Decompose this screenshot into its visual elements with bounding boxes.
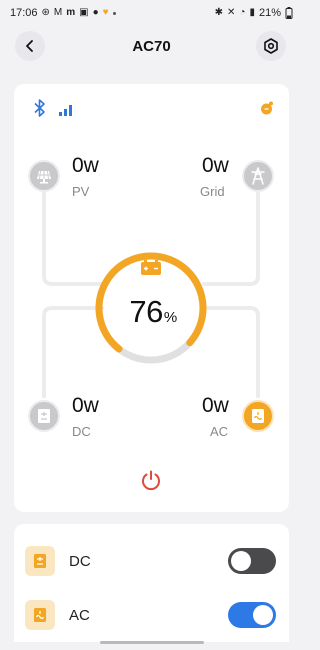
- pv-label: PV: [72, 184, 90, 199]
- gmail-icon: M: [53, 7, 63, 18]
- back-button[interactable]: [15, 31, 45, 61]
- wifi-icon: ◔: [239, 7, 246, 18]
- chat-icon: ●: [92, 7, 99, 18]
- power-icon: [142, 470, 160, 491]
- ac-output-label: AC: [69, 606, 90, 624]
- status-right: ✱ ✕ ◔ ▮ 21%: [215, 7, 293, 19]
- note-icon: ▣: [79, 7, 89, 18]
- outputs-card: DC AC: [14, 524, 289, 642]
- bluetooth-status-icon: ✱: [214, 7, 224, 18]
- battery-status-icon: [285, 7, 293, 19]
- status-time: 17:06: [10, 7, 38, 19]
- grid-label: Grid: [200, 184, 225, 199]
- m-icon: m: [66, 7, 76, 18]
- power-button[interactable]: [137, 466, 165, 494]
- ac-label: AC: [210, 424, 229, 439]
- battery-icon: [141, 260, 161, 275]
- pv-node[interactable]: [28, 160, 60, 192]
- circle-badge-icon: ⊛: [41, 7, 50, 18]
- dc-port-icon: [34, 554, 46, 568]
- ac-outlet-icon: [34, 608, 46, 622]
- settings-button[interactable]: [256, 31, 286, 61]
- dc-value: 0w: [72, 394, 99, 417]
- dc-port-icon: [38, 409, 50, 423]
- page-title: AC70: [132, 37, 171, 55]
- grid-value: 0w: [202, 154, 229, 177]
- dc-node[interactable]: [28, 400, 60, 432]
- battery-percent-status: 21%: [258, 7, 281, 19]
- chevron-left-icon: [26, 40, 33, 52]
- mute-icon: ✕: [227, 7, 236, 18]
- energy-flow-card: 0w PV 0w Grid 76% 0w DC 0w AC: [14, 84, 289, 512]
- solar-panel-icon: [37, 170, 51, 184]
- ac-value: 0w: [202, 394, 229, 417]
- pv-value: 0w: [72, 154, 99, 177]
- output-row-dc: DC: [14, 541, 289, 581]
- toggle-knob: [253, 605, 273, 625]
- dc-label: DC: [72, 424, 91, 439]
- toggle-knob: [231, 551, 251, 571]
- dc-output-icon: [25, 546, 55, 576]
- more-notifications-icon: [112, 11, 116, 15]
- battery-percent-value: 76: [129, 294, 163, 329]
- cell-signal-icon: ▮: [249, 7, 255, 18]
- gear-icon: [264, 38, 278, 54]
- home-indicator[interactable]: [100, 641, 204, 644]
- dc-output-label: DC: [69, 552, 91, 570]
- grid-node[interactable]: [242, 160, 274, 192]
- status-left: 17:06 ⊛ M m ▣ ● ♥: [10, 7, 116, 19]
- ac-outlet-icon: [252, 409, 264, 423]
- app-header: AC70: [0, 28, 303, 64]
- ac-output-toggle[interactable]: [228, 602, 276, 628]
- heart-icon: ♥: [102, 7, 109, 18]
- status-bar: 17:06 ⊛ M m ▣ ● ♥ ✱ ✕ ◔ ▮ 21%: [0, 0, 303, 26]
- battery-percent-unit: %: [163, 309, 177, 326]
- ac-node[interactable]: [242, 400, 274, 432]
- battery-percentage: 76%: [114, 294, 192, 330]
- ac-output-icon: [25, 600, 55, 630]
- power-tower-icon: [251, 167, 265, 185]
- dc-output-toggle[interactable]: [228, 548, 276, 574]
- output-row-ac: AC: [14, 595, 289, 635]
